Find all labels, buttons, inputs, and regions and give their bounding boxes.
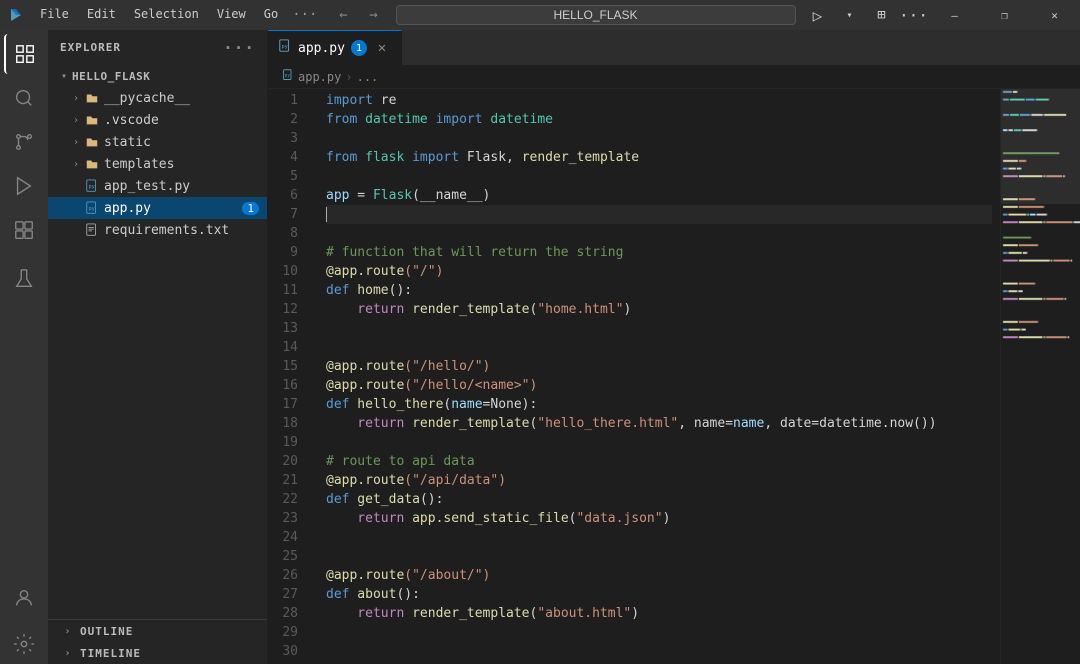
sidebar-bottom: › OUTLINE › TIMELINE [48, 619, 267, 664]
app-test-file-icon: py [84, 178, 100, 194]
tabs-bar: py app.py 1 ✕ [268, 30, 1080, 65]
templates-arrow: › [68, 156, 84, 172]
menu-file[interactable]: File [32, 5, 77, 25]
editor-area: py app.py 1 ✕ py app.py › ... 1234567891… [268, 30, 1080, 664]
more-editor-button[interactable]: ··· [900, 1, 928, 29]
svg-text:py: py [89, 184, 95, 190]
breadcrumb: py app.py › ... [268, 65, 1080, 89]
tree-label-vscode: .vscode [104, 113, 159, 128]
menu-more[interactable]: ··· [288, 5, 321, 25]
outline-arrow: › [60, 623, 76, 639]
search-area [396, 5, 796, 25]
static-folder-icon [84, 134, 100, 150]
sidebar-title: EXPLORER [60, 41, 121, 54]
timeline-label: TIMELINE [80, 647, 141, 660]
minimize-button[interactable]: — [932, 0, 978, 30]
outline-section[interactable]: › OUTLINE [48, 620, 267, 642]
tree-label-requirements: requirements.txt [104, 223, 229, 238]
svg-text:py: py [89, 206, 95, 212]
restore-button[interactable]: ❐ [982, 0, 1028, 30]
timeline-arrow: › [60, 645, 76, 661]
line-numbers: 1234567891011121314151617181920212223242… [268, 89, 318, 664]
menu-view[interactable]: View [209, 5, 254, 25]
menu-selection[interactable]: Selection [126, 5, 207, 25]
activity-extensions[interactable] [4, 210, 44, 250]
pycache-arrow: › [68, 90, 84, 106]
tree-item-requirements[interactable]: requirements.txt [48, 219, 267, 241]
static-arrow: › [68, 134, 84, 150]
root-collapse-arrow: ▾ [56, 68, 72, 84]
tree-root-folder[interactable]: ▾ HELLO_FLASK [48, 65, 267, 87]
app-icon [8, 7, 24, 23]
svg-text:py: py [282, 44, 288, 50]
main-layout: EXPLORER ··· ▾ HELLO_FLASK › __pycache__… [0, 30, 1080, 664]
split-editor-button[interactable]: ⊞ [868, 1, 896, 29]
activity-run[interactable] [4, 166, 44, 206]
project-name: HELLO_FLASK [72, 70, 150, 83]
activity-testing[interactable] [4, 258, 44, 298]
minimap-canvas [1001, 89, 1080, 664]
breadcrumb-path[interactable]: ... [357, 70, 379, 84]
close-button[interactable]: ✕ [1032, 0, 1078, 30]
tab-label-app-py: app.py [298, 41, 345, 56]
requirements-file-icon [84, 222, 100, 238]
tree-label-app-py: app.py [104, 201, 151, 216]
menu-edit[interactable]: Edit [79, 5, 124, 25]
window-controls: ▷ ▾ ⊞ ··· — ❐ ✕ [804, 0, 1078, 30]
tree-item-templates[interactable]: › templates [48, 153, 267, 175]
tree-item-pycache[interactable]: › __pycache__ [48, 87, 267, 109]
tab-app-py[interactable]: py app.py 1 ✕ [268, 30, 402, 65]
tree-label-app-test: app_test.py [104, 179, 190, 194]
tree-label-pycache: __pycache__ [104, 91, 190, 106]
svg-text:py: py [285, 74, 291, 79]
tab-badge-app-py: 1 [351, 40, 367, 56]
sidebar-more-icon[interactable]: ··· [223, 38, 255, 57]
activity-accounts[interactable] [4, 578, 44, 618]
timeline-section[interactable]: › TIMELINE [48, 642, 267, 664]
code-editor[interactable]: 1234567891011121314151617181920212223242… [268, 89, 1080, 664]
tree-label-static: static [104, 135, 151, 150]
activity-source-control[interactable] [4, 122, 44, 162]
sidebar-header: EXPLORER ··· [48, 30, 267, 65]
activity-search[interactable] [4, 78, 44, 118]
sidebar: EXPLORER ··· ▾ HELLO_FLASK › __pycache__… [48, 30, 268, 664]
run-button[interactable]: ▷ [804, 1, 832, 29]
activity-explorer[interactable] [4, 34, 44, 74]
code-content[interactable]: import re from datetime import datetime … [318, 89, 1000, 664]
templates-folder-icon [84, 156, 100, 172]
breadcrumb-py-icon: py [282, 69, 294, 84]
tree-item-app-py[interactable]: py app.py 1 [48, 197, 267, 219]
breadcrumb-sep: › [345, 70, 352, 84]
file-tree: ▾ HELLO_FLASK › __pycache__ › .vscode [48, 65, 267, 619]
vscode-arrow: › [68, 112, 84, 128]
vscode-folder-icon [84, 112, 100, 128]
tree-item-static[interactable]: › static [48, 131, 267, 153]
app-py-badge: 1 [242, 202, 259, 215]
app-py-file-icon: py [84, 200, 100, 216]
minimap [1000, 89, 1080, 664]
nav-back-button[interactable]: ← [330, 4, 358, 26]
activity-bar [0, 30, 48, 664]
nav-forward-button[interactable]: → [360, 4, 388, 26]
outline-label: OUTLINE [80, 625, 133, 638]
search-input[interactable] [396, 5, 796, 25]
menu-bar: File Edit Selection View Go ··· [32, 5, 322, 25]
pycache-folder-icon [84, 90, 100, 106]
activity-settings[interactable] [4, 624, 44, 664]
run-dropdown[interactable]: ▾ [836, 1, 864, 29]
breadcrumb-filename[interactable]: app.py [298, 70, 341, 84]
titlebar: File Edit Selection View Go ··· ← → ▷ ▾ … [0, 0, 1080, 30]
tab-py-icon: py [278, 39, 292, 57]
menu-go[interactable]: Go [256, 5, 286, 25]
tree-label-templates: templates [104, 157, 174, 172]
tree-item-app-test[interactable]: py app_test.py [48, 175, 267, 197]
tab-close-button[interactable]: ✕ [373, 39, 391, 57]
tree-item-vscode[interactable]: › .vscode [48, 109, 267, 131]
nav-buttons: ← → [330, 4, 388, 26]
